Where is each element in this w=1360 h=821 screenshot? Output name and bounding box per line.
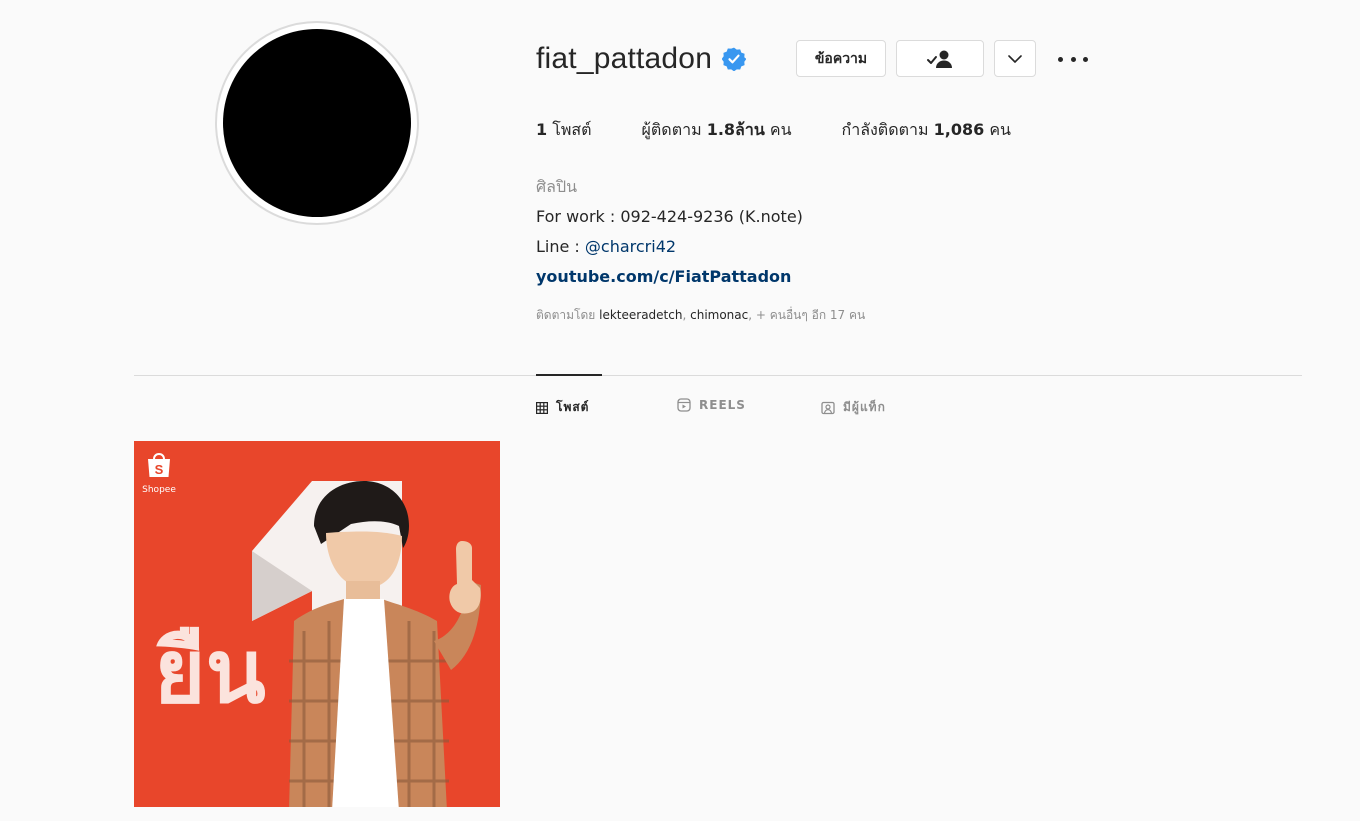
followed-by-sep: , <box>682 308 691 322</box>
profile-bio: ศิลปิน For work : 092-424-9236 (K.note) … <box>536 172 803 292</box>
tab-posts-label: โพสต์ <box>556 400 590 414</box>
profile-tabs-divider <box>134 375 1302 376</box>
tab-posts[interactable]: โพสต์ <box>536 398 589 417</box>
post-thumbnail[interactable]: S Shopee ยืน <box>134 441 500 807</box>
posts-stat: 1 โพสต์ <box>536 118 592 143</box>
person-illustration <box>289 481 481 807</box>
username: fiat_pattadon <box>536 42 713 75</box>
following-stat[interactable]: กำลังติดตาม 1,086 คน <box>842 118 1011 143</box>
followers-unit: คน <box>769 120 792 139</box>
verified-badge-icon <box>722 47 747 71</box>
posts-count: 1 <box>536 120 548 139</box>
shopee-brand-text: Shopee <box>142 485 176 495</box>
following-label: กำลังติดตาม <box>841 120 929 139</box>
username-row: fiat_pattadon <box>536 40 747 78</box>
person-check-icon <box>927 50 952 68</box>
shopee-logo: S Shopee <box>142 451 176 495</box>
tab-tagged-label: มีผู้แท็ก <box>843 400 886 414</box>
message-button-label: ข้อความ <box>814 50 868 67</box>
more-horizontal-icon-dot <box>1083 56 1088 62</box>
bio-mention-link[interactable]: @charcri42 <box>585 237 676 256</box>
tagged-icon <box>821 401 835 414</box>
bio-line-prefix: Line : <box>536 237 585 256</box>
avatar[interactable] <box>223 29 411 217</box>
tab-reels-label: REELS <box>699 398 746 412</box>
message-button[interactable]: ข้อความ <box>796 40 886 77</box>
following-unit: คน <box>989 120 1011 139</box>
reels-icon <box>677 398 691 412</box>
tab-reels[interactable]: REELS <box>677 398 746 412</box>
chevron-down-icon <box>1008 54 1022 63</box>
following-count: 1,086 <box>933 120 985 139</box>
more-options-button[interactable] <box>1058 50 1088 68</box>
svg-text:S: S <box>155 462 164 477</box>
followed-by-user[interactable]: chimonac <box>690 308 748 322</box>
posts-label: โพสต์ <box>552 120 592 139</box>
profile-avatar-ring[interactable] <box>215 21 419 225</box>
followers-count: 1.8ล้าน <box>706 120 765 139</box>
profile-stats: 1 โพสต์ ผู้ติดตาม 1.8ล้าน คน กำลังติดตาม… <box>536 118 1061 143</box>
profile-category: ศิลปิน <box>536 177 578 196</box>
suggestions-dropdown-button[interactable] <box>994 40 1036 77</box>
bio-line-work: For work : 092-424-9236 (K.note) <box>536 207 803 226</box>
profile-tabs: โพสต์ REELS มีผู้แท็ก <box>0 398 1360 420</box>
bio-line-line: Line : @charcri42 <box>536 232 803 262</box>
grid-icon <box>536 401 548 414</box>
tab-tagged[interactable]: มีผู้แท็ก <box>821 398 886 417</box>
more-horizontal-icon-dot <box>1070 56 1076 62</box>
followed-by-suffix: , + คนอื่นๆ อีก 17 คน <box>748 308 866 322</box>
active-tab-indicator <box>536 374 602 376</box>
followed-by-user[interactable]: lekteeradetch <box>599 308 682 322</box>
followers-label: ผู้ติดตาม <box>641 120 702 139</box>
post-overlay-text: ยืน <box>154 622 266 721</box>
bio-website-link[interactable]: youtube.com/c/FiatPattadon <box>536 262 803 292</box>
more-horizontal-icon-dot <box>1058 56 1063 62</box>
shopee-bag-icon: S <box>148 452 170 477</box>
followers-stat[interactable]: ผู้ติดตาม 1.8ล้าน คน <box>642 118 792 143</box>
followed-by[interactable]: ติดตามโดย lekteeradetch, chimonac, + คนอ… <box>536 306 865 325</box>
followed-by-prefix: ติดตามโดย <box>536 308 600 322</box>
following-button[interactable] <box>896 40 984 77</box>
